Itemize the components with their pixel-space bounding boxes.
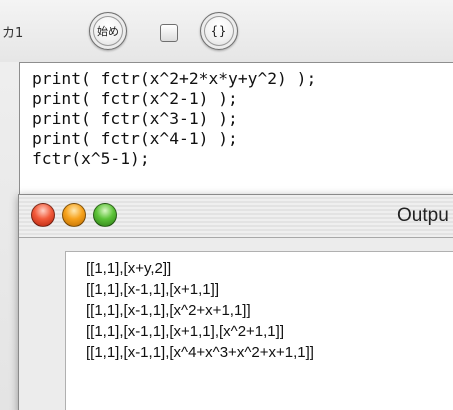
code-line: print( fctr(x^2+2*x*y+y^2) ); [32,69,317,88]
output-text-area[interactable]: [[1,1],[x+y,2]] [[1,1],[x-1,1],[x+1,1]] … [65,251,453,410]
code-editor[interactable]: print( fctr(x^2+2*x*y+y^2) ); print( fct… [19,62,453,212]
output-window: Outpu [[1,1],[x+y,2]] [[1,1],[x-1,1],[x+… [18,194,453,410]
minimize-window-button[interactable] [62,203,86,227]
start-button-label: 始め [97,25,119,38]
desktop: カ1 始め {} print( fctr(x^2+2*x*y+y^2) ); p… [0,0,453,410]
code-line: print( fctr(x^3-1) ); [32,109,238,128]
code-line: print( fctr(x^4-1) ); [32,129,238,148]
output-window-titlebar[interactable]: Outpu [19,195,453,238]
braces-button[interactable]: {} [200,12,238,50]
output-line: [[1,1],[x+y,2]] [86,260,172,277]
input-window-title: カ1 [2,26,24,41]
braces-button-label: {} [210,24,228,38]
zoom-window-button[interactable] [93,203,117,227]
start-button[interactable]: 始め [89,12,127,50]
output-line: [[1,1],[x-1,1],[x+1,1],[x^2+1,1]] [86,323,284,340]
checkbox[interactable] [160,24,178,42]
output-window-title: Outpu [397,205,449,226]
output-line: [[1,1],[x-1,1],[x+1,1]] [86,281,219,298]
output-line: [[1,1],[x-1,1],[x^2+x+1,1]] [86,302,251,319]
close-window-button[interactable] [31,203,55,227]
code-line: fctr(x^5-1); [32,149,150,168]
code-line: print( fctr(x^2-1) ); [32,89,238,108]
output-line: [[1,1],[x-1,1],[x^4+x^3+x^2+x+1,1]] [86,344,314,361]
input-window-toolbar: カ1 始め {} [0,0,453,62]
